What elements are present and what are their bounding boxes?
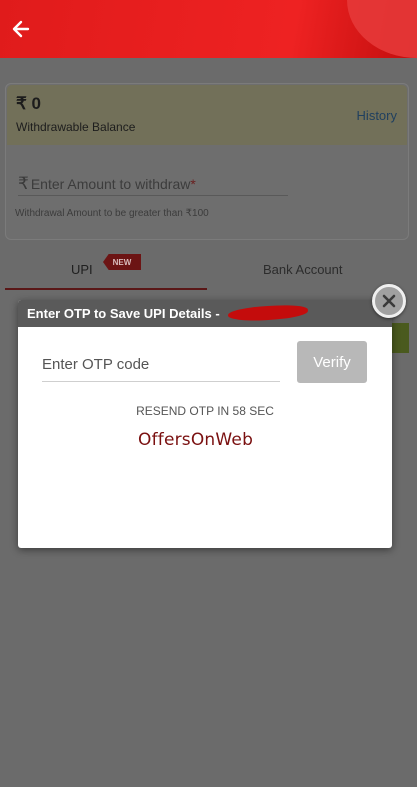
new-badge: NEW xyxy=(103,254,141,270)
tab-bank-label: Bank Account xyxy=(263,262,343,277)
balance-summary: ₹ 0 Withdrawable Balance History xyxy=(7,85,407,145)
balance-card: ₹ 0 Withdrawable Balance History ₹ Enter… xyxy=(5,83,409,240)
tab-upi-label: UPI xyxy=(71,262,93,277)
history-link[interactable]: History xyxy=(357,108,397,123)
resend-otp-timer: RESEND OTP IN 58 SEC xyxy=(136,404,274,418)
header-decoration xyxy=(347,0,417,58)
arrow-left-icon xyxy=(12,20,30,38)
balance-label: Withdrawable Balance xyxy=(16,120,136,134)
tab-bank-account[interactable]: Bank Account xyxy=(207,254,409,290)
close-dialog-button[interactable] xyxy=(372,284,406,318)
withdraw-placeholder: Enter Amount to withdraw xyxy=(30,175,191,192)
app-header xyxy=(0,0,417,58)
tab-upi[interactable]: UPI NEW xyxy=(5,254,207,290)
otp-input[interactable] xyxy=(42,348,280,382)
watermark-text: OffersOnWeb xyxy=(138,430,254,450)
required-mark: * xyxy=(190,175,196,192)
rupee-icon: ₹ xyxy=(18,173,29,193)
redaction-mark xyxy=(227,303,309,323)
otp-dialog: Enter OTP to Save UPI Details - Verify R… xyxy=(18,300,392,548)
balance-amount: ₹ 0 xyxy=(16,94,41,113)
dialog-title: Enter OTP to Save UPI Details - xyxy=(18,300,392,327)
withdraw-hint: Withdrawal Amount to be greater than ₹10… xyxy=(15,208,209,219)
close-icon xyxy=(382,294,396,308)
payout-tabs: UPI NEW Bank Account xyxy=(5,254,409,290)
verify-button[interactable]: Verify xyxy=(297,341,367,383)
dialog-title-text: Enter OTP to Save UPI Details - xyxy=(27,306,220,321)
withdraw-amount-input[interactable]: ₹ Enter Amount to withdraw * xyxy=(18,172,288,196)
back-button[interactable] xyxy=(6,14,36,44)
